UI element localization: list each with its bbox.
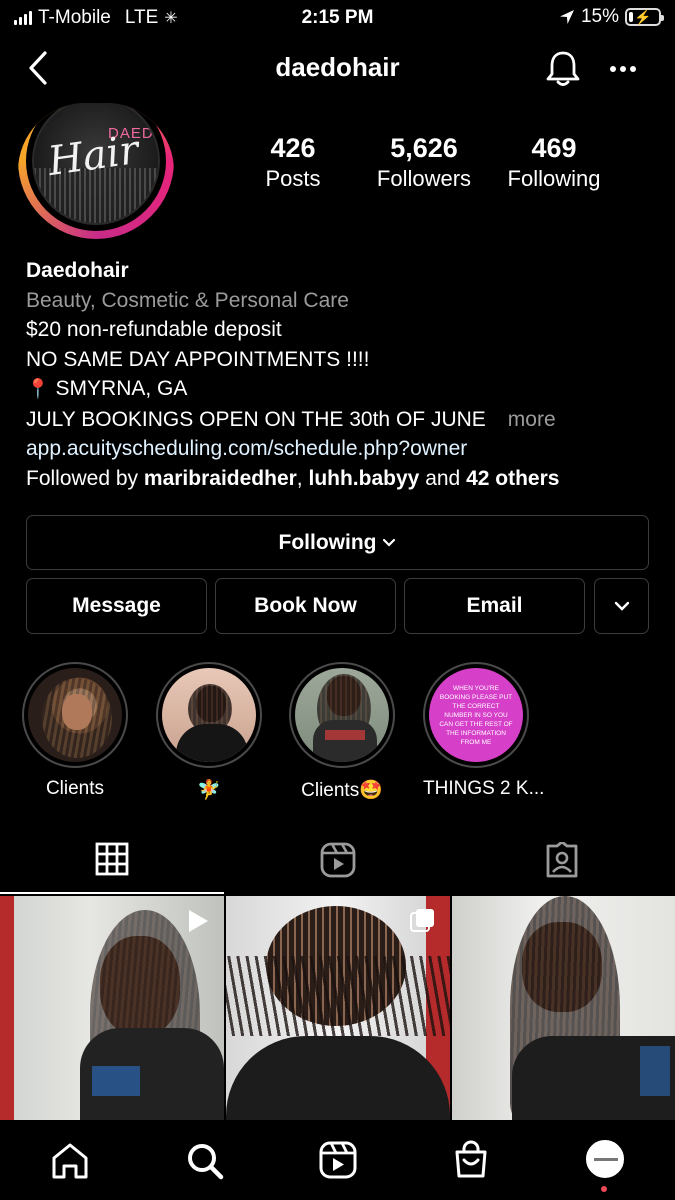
reels-nav-icon[interactable] xyxy=(319,1141,357,1179)
suggested-dropdown-button[interactable] xyxy=(594,578,649,634)
shop-icon[interactable] xyxy=(452,1140,490,1180)
highlight-fairy[interactable]: 🧚 xyxy=(156,662,262,802)
post-thumbnail-3[interactable] xyxy=(452,896,675,1120)
tagged-icon[interactable] xyxy=(544,842,580,878)
followers-count: 5,626 xyxy=(390,133,458,163)
email-button[interactable]: Email xyxy=(404,578,585,634)
highlight-cover xyxy=(295,668,389,762)
highlight-label: Clients🤩 xyxy=(301,780,383,801)
followed-and: and xyxy=(425,466,461,490)
posts-label: Posts xyxy=(265,166,321,191)
home-icon[interactable] xyxy=(50,1142,90,1180)
grid-icon[interactable] xyxy=(95,842,129,876)
bio-website-link[interactable]: app.acuityscheduling.com/schedule.php?ow… xyxy=(26,434,656,464)
post-thumbnail-2[interactable] xyxy=(226,896,450,1120)
book-now-button-label: Book Now xyxy=(254,594,357,617)
followed-prefix: Followed by xyxy=(26,466,139,490)
message-button[interactable]: Message xyxy=(26,578,207,634)
post-thumbnail-1[interactable] xyxy=(0,896,224,1120)
stat-followers[interactable]: 5,626 Followers xyxy=(364,133,484,192)
followed-user-1[interactable]: maribraidedher xyxy=(144,467,297,490)
followed-separator: , xyxy=(296,466,303,490)
message-button-label: Message xyxy=(72,594,161,617)
following-button-label: Following xyxy=(278,530,377,554)
highlight-label: THINGS 2 K... xyxy=(423,778,545,799)
chevron-down-icon xyxy=(383,538,396,547)
highlight-clients-2[interactable]: Clients🤩 xyxy=(289,662,395,802)
highlight-clients[interactable]: Clients xyxy=(22,662,128,800)
more-link[interactable]: more xyxy=(508,408,556,431)
bottom-nav xyxy=(0,1120,675,1200)
battery-fill xyxy=(629,12,634,22)
battery-percent: 15% xyxy=(580,6,619,27)
chevron-down-icon xyxy=(614,601,629,611)
posts-count: 426 xyxy=(270,133,316,163)
bookings-text: JULY BOOKINGS OPEN ON THE 30th OF JUNE xyxy=(26,407,486,431)
bio-line-location: 📍 SMYRNA, GA xyxy=(26,374,656,405)
logo-image: DAEDO Hair xyxy=(32,103,160,225)
bio-line-bookings: JULY BOOKINGS OPEN ON THE 30th OF JUNE mo… xyxy=(26,405,656,435)
location-text: SMYRNA, GA xyxy=(55,377,188,400)
search-icon[interactable] xyxy=(185,1141,225,1181)
display-name: Daedohair xyxy=(26,259,129,282)
location-pin-icon: 📍 xyxy=(26,379,50,400)
location-arrow-icon xyxy=(559,10,574,24)
notification-dot xyxy=(601,1186,607,1192)
profile-bio: Daedohair Beauty, Cosmetic & Personal Ca… xyxy=(26,256,656,493)
more-dots-icon[interactable] xyxy=(609,64,637,74)
followed-others[interactable]: 42 others xyxy=(466,467,559,490)
highlight-things-to-know[interactable]: WHEN YOU'RE BOOKING PLEASE PUT THE CORRE… xyxy=(423,662,545,800)
email-button-label: Email xyxy=(466,594,523,617)
highlight-cover xyxy=(28,668,122,762)
profile-avatar[interactable]: DAEDO Hair xyxy=(18,103,174,239)
bell-icon[interactable] xyxy=(545,49,581,87)
bio-line-appointments: NO SAME DAY APPOINTMENTS !!!! xyxy=(26,347,370,371)
highlight-label: Clients xyxy=(45,778,105,799)
stat-posts[interactable]: 426 Posts xyxy=(243,133,343,192)
highlight-cover xyxy=(162,668,256,762)
status-bar: T-Mobile LTE ✳ 2:15 PM 15% ⚡ xyxy=(0,0,675,36)
highlight-label: 🧚 xyxy=(197,780,221,801)
following-label: Following xyxy=(507,166,601,191)
highlight-cover: WHEN YOU'RE BOOKING PLEASE PUT THE CORRE… xyxy=(429,668,523,762)
battery-icon: ⚡ xyxy=(625,8,664,26)
active-tab-indicator xyxy=(0,892,224,894)
profile-avatar-icon[interactable] xyxy=(586,1140,624,1178)
status-right: 15% ⚡ xyxy=(559,6,664,28)
category-label: Beauty, Cosmetic & Personal Care xyxy=(26,288,349,312)
carousel-icon xyxy=(410,909,434,932)
followed-user-2[interactable]: luhh.babyy xyxy=(308,467,419,490)
followed-by[interactable]: Followed by maribraidedher, luhh.babyy a… xyxy=(26,464,656,494)
stat-following[interactable]: 469 Following xyxy=(500,133,608,192)
followers-label: Followers xyxy=(376,166,472,191)
bio-line-deposit: $20 non-refundable deposit xyxy=(26,318,282,341)
following-button[interactable]: Following xyxy=(26,515,649,570)
highlight-cover-text: WHEN YOU'RE BOOKING PLEASE PUT THE CORRE… xyxy=(439,684,513,746)
reels-icon[interactable] xyxy=(320,842,356,878)
following-count: 469 xyxy=(531,133,577,163)
book-now-button[interactable]: Book Now xyxy=(215,578,396,634)
reel-play-icon xyxy=(189,910,208,932)
